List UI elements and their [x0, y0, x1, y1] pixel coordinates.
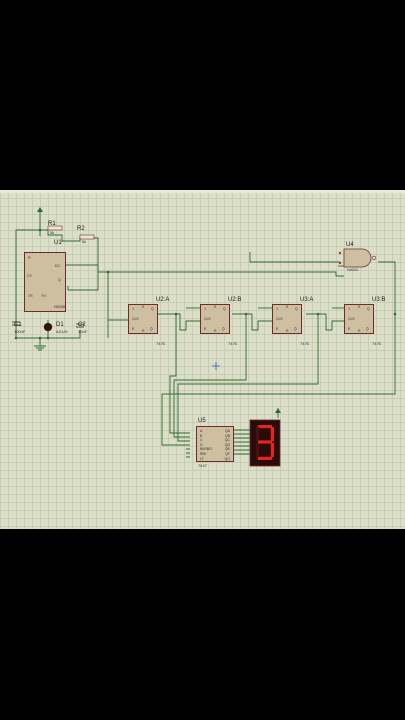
ff1-to-ff2-wire	[158, 313, 200, 331]
pin-dc-label: DC	[55, 264, 61, 268]
ff-pin-j-label: J	[348, 307, 350, 311]
ff-pin-clk-label: CLK	[132, 317, 139, 321]
timer-ref: U1	[54, 240, 62, 246]
timer-chip[interactable]: R CV TR TH DC Q	[24, 252, 66, 312]
ff-pin-r-label: R	[358, 329, 361, 333]
nand-out-wire	[378, 261, 396, 314]
decoder-input-label: LT	[200, 456, 204, 461]
vcc-arrow-icon	[37, 207, 43, 212]
flipflop-4-ref: U3:B	[372, 297, 386, 303]
r2-wire	[61, 237, 99, 291]
segment-bus-wire	[234, 429, 250, 455]
c2-value: 10nF	[78, 329, 88, 334]
ff-pin-s-label: S	[142, 305, 145, 309]
flipflop-3-ref: U3:A	[300, 297, 314, 303]
decoder-chip[interactable]: A B C D BI/RBO RBI LT QA QB QC QD QE QF QG	[196, 426, 234, 462]
decoder-ref: U5	[198, 418, 206, 424]
reset-bus-wire	[108, 271, 344, 277]
flipflop-2-part: 7476	[228, 341, 237, 346]
pin-cv-label: CV	[27, 274, 32, 278]
c1-value: 100nF	[14, 329, 26, 334]
segment-c	[270, 443, 274, 457]
decoder-output-label: QG	[224, 456, 230, 461]
ff-pin-k-label: K	[348, 327, 351, 331]
ff3-to-ff4-wire	[306, 313, 344, 331]
flipflop-2-ref: U2:B	[228, 297, 242, 303]
nand-gate-body	[343, 248, 372, 268]
u2a-clk-wire	[107, 272, 128, 321]
ff-pin-r-label: R	[214, 329, 217, 333]
pin-r-label: R	[28, 256, 31, 260]
ff-pin-clk-label: CLK	[348, 317, 355, 321]
ff-pin-k-label: K	[204, 327, 207, 331]
ff-pin-j-label: J	[276, 307, 278, 311]
c1-ref: C1	[14, 322, 22, 328]
r1-value: 5k	[50, 230, 55, 235]
d1-ref: D1	[56, 322, 64, 328]
ff-pin-qn-label: Q̄	[366, 327, 369, 331]
ff-pin-qn-label: Q̄	[294, 327, 297, 331]
segment-g	[258, 440, 272, 444]
flipflop-4-part: 7476	[372, 341, 381, 346]
ff-pin-s-label: S	[358, 305, 361, 309]
ff-pin-r-label: R	[142, 329, 145, 333]
ff2-to-ff3-wire	[232, 313, 272, 331]
flipflop-1-part: 7476	[156, 341, 165, 346]
r2-ref: R2	[77, 226, 85, 232]
ff-pin-r-label: R	[286, 329, 289, 333]
flipflop-2[interactable]: J CLK K Q Q̄ S R	[200, 304, 230, 334]
clock-wire	[66, 264, 108, 273]
decoder-output-label: QA	[224, 429, 230, 433]
probe-marker-icon	[212, 362, 220, 370]
c2-ref: C2	[78, 322, 86, 328]
ff-pin-j-label: J	[204, 307, 206, 311]
d1-value: AGUH	[56, 329, 68, 334]
schematic-canvas[interactable]: R CV TR TH DC Q U1 NE555 R1 5k R2 5k C1 …	[0, 190, 405, 529]
r2-value: 5k	[82, 239, 87, 244]
ff-pin-s-label: S	[214, 305, 217, 309]
d1-led	[43, 322, 53, 332]
flipflop-3-part: 7476	[300, 341, 309, 346]
pin-tr-label: TR	[28, 294, 33, 298]
ff-pin-clk-label: CLK	[276, 317, 283, 321]
segment-e	[256, 443, 260, 457]
flipflop-3[interactable]: J CLK K Q Q̄ S R	[272, 304, 302, 334]
decoder-output-label: QF	[225, 451, 230, 456]
ff-pin-q-label: Q	[151, 307, 154, 311]
ff-pin-k-label: K	[276, 327, 279, 331]
ff-pin-qn-label: Q̄	[150, 327, 153, 331]
ff-pin-q-label: Q	[223, 307, 226, 311]
qa-wire	[169, 314, 190, 434]
ff-pin-q-label: Q	[295, 307, 298, 311]
segment-a	[258, 425, 272, 429]
ff-pin-clk-label: CLK	[204, 317, 211, 321]
ff-pin-qn-label: Q̄	[222, 327, 225, 331]
ff-pin-s-label: S	[286, 305, 289, 309]
nand-ref: U4	[346, 242, 354, 248]
ff-pin-j-label: J	[132, 307, 134, 311]
segment-f	[256, 427, 260, 441]
pin-th-label: TH	[41, 294, 46, 298]
segment-d	[258, 456, 272, 460]
flipflop-4[interactable]: J CLK K Q Q̄ S R	[344, 304, 374, 334]
nand-part: NAND	[347, 267, 359, 272]
r1-ref: R1	[48, 221, 56, 227]
segment-b	[270, 427, 274, 441]
flipflop-1-ref: U2:A	[156, 297, 170, 303]
ff-pin-q-label: Q	[367, 307, 370, 311]
decoder-part: 7447	[198, 463, 207, 468]
ff-pin-k-label: K	[132, 327, 135, 331]
display-power-arrow-icon	[275, 408, 281, 413]
flipflop-1[interactable]: J CLK K Q Q̄ S R	[128, 304, 158, 334]
timer-part: NE555	[54, 304, 67, 309]
pin-q-label: Q	[58, 278, 61, 282]
